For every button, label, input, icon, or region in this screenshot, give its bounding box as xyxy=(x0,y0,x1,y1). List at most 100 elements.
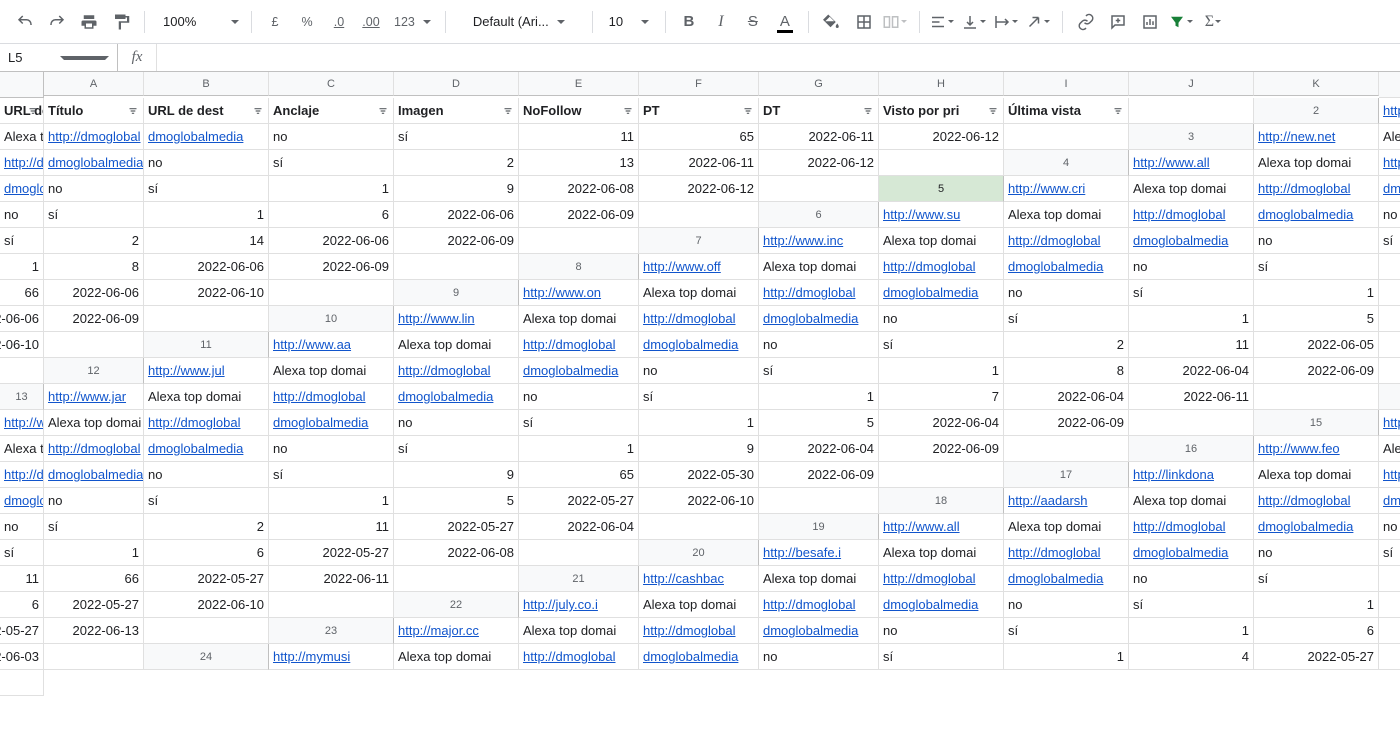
image-cell[interactable]: no xyxy=(519,384,639,410)
dt-cell[interactable]: 66 xyxy=(44,566,144,592)
nofollow-cell[interactable]: sí xyxy=(879,644,1004,670)
url-dest-cell[interactable]: http://dmoglobal xyxy=(0,462,44,488)
dt-cell[interactable]: 9 xyxy=(394,176,519,202)
url-backlink-cell[interactable]: http://www.jul xyxy=(144,358,269,384)
row-header[interactable]: 8 xyxy=(519,254,639,280)
table-header-cell[interactable]: Título xyxy=(44,98,144,124)
column-header[interactable]: H xyxy=(879,72,1004,96)
name-box[interactable]: L5 xyxy=(0,44,118,71)
last-seen-cell[interactable]: 2022-06-10 xyxy=(0,332,44,358)
nofollow-cell[interactable]: sí xyxy=(394,436,519,462)
dt-cell[interactable]: 8 xyxy=(1004,358,1129,384)
row-header[interactable]: 23 xyxy=(269,618,394,644)
empty-cell[interactable] xyxy=(1254,384,1379,410)
anchor-cell[interactable]: dmoglobalmedia xyxy=(1254,202,1379,228)
table-header-cell[interactable]: Imagen xyxy=(394,98,519,124)
url-dest-cell[interactable]: http://dmoglobal xyxy=(639,618,759,644)
anchor-cell[interactable]: dmoglobalmedia xyxy=(394,384,519,410)
url-dest-cell[interactable]: http://dmoglobal xyxy=(0,150,44,176)
url-dest-cell[interactable]: http://dmoglobal xyxy=(1379,150,1400,176)
functions-button[interactable]: Σ xyxy=(1199,8,1229,36)
url-dest-cell[interactable]: http://dmoglobal xyxy=(879,254,1004,280)
row-header[interactable]: 5 xyxy=(879,176,1004,202)
filter-icon[interactable] xyxy=(740,103,756,119)
table-header-cell[interactable]: PT xyxy=(639,98,759,124)
url-backlink-cell[interactable]: http://www.lin xyxy=(394,306,519,332)
last-seen-cell[interactable]: 2022-06-13 xyxy=(44,618,144,644)
nofollow-cell[interactable]: sí xyxy=(1379,540,1400,566)
title-cell[interactable]: Alexa top domai xyxy=(879,540,1004,566)
pt-cell[interactable]: 1 xyxy=(1129,306,1254,332)
url-backlink-cell[interactable]: http://cashbac xyxy=(639,566,759,592)
nofollow-cell[interactable]: sí xyxy=(879,332,1004,358)
image-cell[interactable]: no xyxy=(759,332,879,358)
url-dest-cell[interactable]: http://dmoglobal xyxy=(394,358,519,384)
title-cell[interactable]: Alexa top domai xyxy=(1129,176,1254,202)
last-seen-cell[interactable]: 2022-06-11 xyxy=(269,566,394,592)
row-header[interactable]: 16 xyxy=(1129,436,1254,462)
image-cell[interactable]: no xyxy=(759,644,879,670)
first-seen-cell[interactable]: 2022-06-06 xyxy=(269,228,394,254)
pt-cell[interactable]: 1 xyxy=(759,384,879,410)
dt-cell[interactable]: 6 xyxy=(0,592,44,618)
filter-icon[interactable] xyxy=(985,103,1001,119)
pt-cell[interactable]: 2 xyxy=(394,150,519,176)
title-cell[interactable]: Alexa top domai xyxy=(1254,150,1379,176)
row-header[interactable]: 4 xyxy=(1004,150,1129,176)
url-dest-cell[interactable]: http://dmoglobal xyxy=(144,410,269,436)
title-cell[interactable]: Alexa top domai xyxy=(0,124,44,150)
nofollow-cell[interactable]: sí xyxy=(1004,306,1129,332)
decrease-decimal-button[interactable]: .0 xyxy=(324,8,354,36)
url-backlink-cell[interactable]: http://mymusi xyxy=(269,644,394,670)
image-cell[interactable]: no xyxy=(0,514,44,540)
last-seen-cell[interactable]: 2022-06-10 xyxy=(639,488,759,514)
dt-cell[interactable]: 11 xyxy=(269,514,394,540)
first-seen-cell[interactable]: 2022-06-04 xyxy=(759,436,879,462)
row-header[interactable]: 14 xyxy=(1379,384,1400,410)
insert-chart-button[interactable] xyxy=(1135,8,1165,36)
nofollow-cell[interactable]: sí xyxy=(144,176,269,202)
horizontal-align-button[interactable] xyxy=(928,8,958,36)
first-seen-cell[interactable]: 2022-06-04 xyxy=(1004,384,1129,410)
pt-cell[interactable]: 1 xyxy=(144,202,269,228)
title-cell[interactable]: Alexa top domai xyxy=(1004,202,1129,228)
font-size-select[interactable]: 10 xyxy=(601,8,657,36)
url-dest-cell[interactable]: http://dmoglobal xyxy=(1379,462,1400,488)
insert-link-button[interactable] xyxy=(1071,8,1101,36)
dt-cell[interactable]: 8 xyxy=(1379,592,1400,618)
image-cell[interactable]: no xyxy=(639,358,759,384)
title-cell[interactable]: Alexa top domai xyxy=(0,436,44,462)
title-cell[interactable]: Alexa top domai xyxy=(759,566,879,592)
nofollow-cell[interactable]: sí xyxy=(759,358,879,384)
last-seen-cell[interactable]: 2022-06-09 xyxy=(1379,332,1400,358)
nofollow-cell[interactable]: sí xyxy=(394,124,519,150)
first-seen-cell[interactable]: 2022-06-08 xyxy=(519,176,639,202)
increase-decimal-button[interactable]: .00 xyxy=(356,8,386,36)
title-cell[interactable]: Alexa top domai xyxy=(1379,436,1400,462)
pt-cell[interactable]: 1 xyxy=(1254,592,1379,618)
url-dest-cell[interactable]: http://dmoglobal xyxy=(1254,488,1379,514)
anchor-cell[interactable]: dmoglobalmedia xyxy=(0,488,44,514)
image-cell[interactable]: no xyxy=(44,176,144,202)
column-header[interactable]: D xyxy=(394,72,519,96)
empty-cell[interactable] xyxy=(879,462,1004,488)
url-dest-cell[interactable]: http://dmoglobal xyxy=(1004,540,1129,566)
last-seen-cell[interactable]: 2022-06-04 xyxy=(519,514,639,540)
url-dest-cell[interactable]: http://dmoglobal xyxy=(519,644,639,670)
last-seen-cell[interactable]: 2022-06-10 xyxy=(144,592,269,618)
nofollow-cell[interactable]: sí xyxy=(269,462,394,488)
row-header[interactable]: 2 xyxy=(1254,98,1379,124)
title-cell[interactable]: Alexa top domai xyxy=(1004,514,1129,540)
pt-cell[interactable]: 2 xyxy=(144,514,269,540)
dt-cell[interactable]: 66 xyxy=(0,280,44,306)
url-dest-cell[interactable]: http://dmoglobal xyxy=(639,306,759,332)
column-header[interactable]: A xyxy=(44,72,144,96)
image-cell[interactable]: no xyxy=(0,202,44,228)
nofollow-cell[interactable]: sí xyxy=(144,488,269,514)
table-header-cell[interactable]: Última vista xyxy=(1004,98,1129,124)
table-header-cell[interactable]: URL de dest xyxy=(144,98,269,124)
dt-cell[interactable]: 65 xyxy=(519,462,639,488)
filter-icon[interactable] xyxy=(375,103,391,119)
row-header[interactable]: 7 xyxy=(639,228,759,254)
text-color-button[interactable]: A xyxy=(770,8,800,36)
